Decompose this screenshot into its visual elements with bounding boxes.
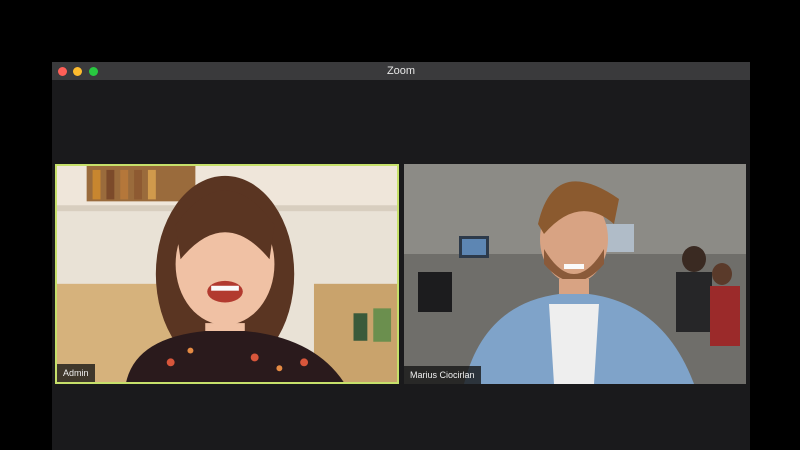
participant-video-feed <box>57 166 397 382</box>
video-tile-admin[interactable]: Admin <box>55 164 399 384</box>
title-bar[interactable]: Zoom <box>52 62 750 80</box>
participant-name-tag: Admin <box>57 364 95 382</box>
zoom-window: Zoom Admin Marius Ciocirlan <box>52 62 750 450</box>
window-title: Zoom <box>386 65 416 77</box>
participant-video-feed <box>404 164 746 384</box>
video-tile-marius-ciocirlan[interactable]: Marius Ciocirlan <box>404 164 746 384</box>
participant-name-tag: Marius Ciocirlan <box>404 366 481 384</box>
